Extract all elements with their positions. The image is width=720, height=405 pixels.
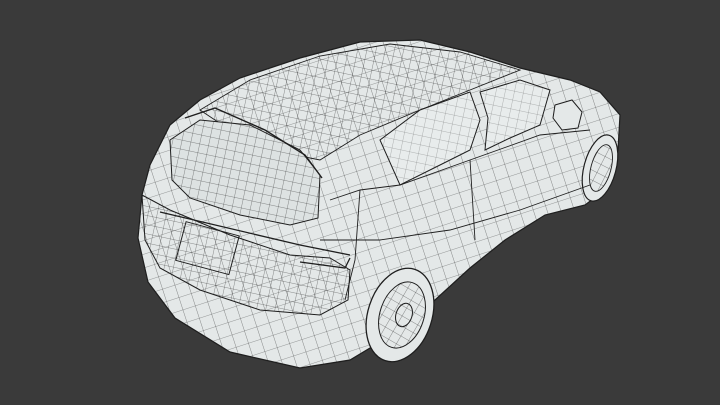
car-wireframe-model: [137, 39, 621, 369]
3d-viewport[interactable]: [0, 0, 720, 405]
